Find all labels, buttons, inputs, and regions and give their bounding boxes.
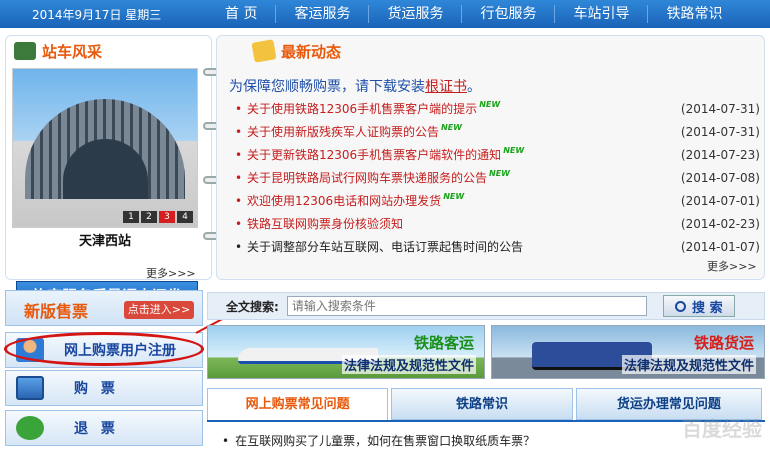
faq-question[interactable]: 在互联网购买了儿童票，如何在售票窗口换取纸质车票？ [235, 434, 535, 448]
list-item[interactable]: • 铁路互联网购票身份核验须知 (2014-02-23) [235, 213, 760, 236]
freight-regulations-banner[interactable]: 铁路货运 法律法规及规范性文件 [491, 325, 765, 379]
new-badge: NEW [503, 146, 525, 155]
refund-ticket-button[interactable]: 退 票 [5, 410, 203, 446]
notice-text: 为保障您顺畅购票，请下载安装 [229, 79, 425, 95]
news-title[interactable]: 关于昆明铁路局试行网购车票快递服务的公告 [247, 171, 487, 185]
new-badge: NEW [479, 100, 501, 109]
new-badge: NEW [489, 169, 510, 178]
news-icon [251, 39, 277, 63]
top-nav-bar: 2014年9月17日 星期三 首 页 客运服务 货运服务 行包服务 车站引导 铁… [0, 0, 770, 28]
search-button-label: 搜 索 [692, 300, 723, 316]
freight-banner-title: 铁路货运 [693, 334, 754, 352]
news-title[interactable]: 关于更新铁路12306手机售票客户端软件的通知 [247, 148, 501, 162]
faq-bullet: • [222, 434, 230, 448]
station-panel-header: 站车风采 [6, 36, 211, 66]
news-date: (2014-07-08) [680, 171, 760, 185]
enter-new-ticketing-button[interactable]: 点击进入>> [124, 301, 194, 319]
list-item[interactable]: • 关于使用铁路12306手机售票客户端的提示 NEW (2014-07-31) [235, 98, 760, 121]
faq-first-item[interactable]: • 在互联网购买了儿童票，如何在售票窗口换取纸质车票？ [222, 432, 535, 449]
pager-1[interactable]: 1 [123, 211, 139, 223]
buy-label: 购 票 [74, 381, 119, 397]
station-photo[interactable]: 1 2 3 4 [12, 68, 198, 228]
news-more-link[interactable]: 更多>>> [707, 258, 757, 274]
tab-railway-knowledge[interactable]: 铁路常识 [391, 388, 573, 420]
list-item[interactable]: • 关于昆明铁路局试行网购车票快递服务的公告 NEW (2014-07-08) [235, 167, 760, 190]
list-item[interactable]: • 关于使用新版残疾军人证购票的公告 NEW (2014-07-31) [235, 121, 760, 144]
news-title[interactable]: 关于使用铁路12306手机售票客户端的提示 [247, 102, 477, 116]
news-list: • 关于使用铁路12306手机售票客户端的提示 NEW (2014-07-31) • 关… [235, 98, 760, 259]
news-date: (2014-07-23) [680, 148, 760, 162]
news-date: (2014-07-31) [680, 102, 760, 116]
news-title[interactable]: 关于使用新版残疾军人证购票的公告 [247, 125, 439, 139]
highlight-oval [4, 332, 204, 366]
freight-banner-subtitle: 法律法规及规范性文件 [621, 355, 756, 374]
notice-suffix: 。 [467, 79, 481, 95]
nav-railway-knowledge[interactable]: 铁路常识 [647, 5, 740, 23]
watermark: 百度经验 [682, 417, 762, 441]
camera-icon [14, 42, 36, 60]
passenger-banner-title: 铁路客运 [413, 334, 474, 352]
search-input[interactable] [286, 296, 647, 316]
search-icon [675, 300, 687, 312]
nav-passenger-service[interactable]: 客运服务 [275, 5, 368, 23]
fulltext-search-bar: 全文搜索: 搜 索 [207, 292, 765, 320]
pager-3[interactable]: 3 [159, 211, 175, 223]
root-cert-notice: 为保障您顺畅购票，请下载安装根证书。 [229, 76, 481, 96]
computer-icon [16, 376, 44, 400]
news-date: (2014-07-31) [680, 125, 760, 139]
station-showcase-panel: 站车风采 1 2 3 4 天津西站 更多>>> 旅客服务质量调查问卷 [5, 35, 212, 311]
news-title[interactable]: 关于调整部分车站互联网、电话订票起售时间的公告 [247, 240, 523, 254]
new-ticketing-banner[interactable]: 新版售票 点击进入>> [5, 290, 203, 326]
root-cert-link[interactable]: 根证书 [425, 79, 467, 95]
main-nav: 首 页 客运服务 货运服务 行包服务 车站引导 铁路常识 [205, 5, 770, 23]
pager-4[interactable]: 4 [177, 211, 193, 223]
news-panel-header: 最新动态 [217, 36, 764, 66]
search-button[interactable]: 搜 索 [662, 295, 735, 317]
nav-freight-service[interactable]: 货运服务 [368, 5, 461, 23]
passenger-regulations-banner[interactable]: 铁路客运 法律法规及规范性文件 [207, 325, 485, 379]
news-date: (2014-07-01) [680, 194, 760, 208]
news-title[interactable]: 欢迎使用12306电话和网站办理发货 [247, 194, 441, 208]
list-item[interactable]: • 欢迎使用12306电话和网站办理发货 NEW (2014-07-01) [235, 190, 760, 213]
nav-home[interactable]: 首 页 [205, 5, 275, 23]
refund-label: 退 票 [74, 421, 119, 437]
buy-ticket-button[interactable]: 购 票 [5, 370, 203, 406]
passenger-banner-subtitle: 法律法规及规范性文件 [341, 355, 476, 374]
station-name: 天津西站 [78, 234, 131, 249]
search-label: 全文搜索: [226, 299, 279, 314]
new-badge: NEW [443, 192, 465, 201]
latest-news-panel: 最新动态 为保障您顺畅购票，请下载安装根证书。 • 关于使用铁路12306手机售票… [216, 35, 765, 280]
station-more-link[interactable]: 更多>>> [146, 265, 196, 281]
pager-2[interactable]: 2 [141, 211, 157, 223]
news-title[interactable]: 铁路互联网购票身份核验须知 [247, 217, 403, 231]
return-arrow-icon [16, 416, 44, 440]
current-date: 2014年9月17日 星期三 [32, 7, 162, 22]
news-date: (2014-02-23) [680, 217, 760, 231]
station-panel-title: 站车风采 [42, 42, 103, 61]
nav-luggage-service[interactable]: 行包服务 [461, 5, 554, 23]
list-item[interactable]: • 关于调整部分车站互联网、电话订票起售时间的公告 (2014-01-07) [235, 236, 760, 259]
new-badge: NEW [441, 123, 462, 132]
list-item[interactable]: • 关于更新铁路12306手机售票客户端软件的通知 NEW (2014-07-23) [235, 144, 760, 167]
news-panel-title: 最新动态 [281, 42, 342, 61]
photo-pager: 1 2 3 4 [121, 211, 193, 223]
new-ticketing-label: 新版售票 [24, 302, 89, 321]
nav-station-guide[interactable]: 车站引导 [554, 5, 647, 23]
news-date: (2014-01-07) [680, 240, 760, 254]
tab-online-ticket-faq[interactable]: 网上购票常见问题 [207, 388, 389, 420]
